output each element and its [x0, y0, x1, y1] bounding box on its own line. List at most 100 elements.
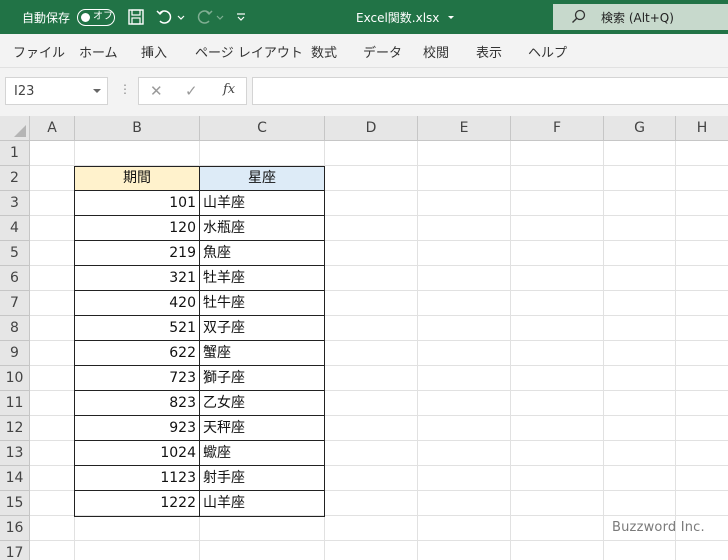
undo-icon[interactable] [155, 8, 175, 26]
cell-b12[interactable]: 923 [75, 416, 199, 441]
cell-c14[interactable]: 射手座 [200, 466, 324, 491]
insert-function-icon[interactable]: fx [223, 82, 235, 97]
gridline [603, 141, 604, 560]
cell-b2-header-period[interactable]: 期間 [75, 166, 199, 191]
row-header-16[interactable]: 16 [0, 516, 30, 541]
name-box-value: I23 [14, 84, 35, 99]
formula-input[interactable] [252, 77, 728, 105]
table-border [74, 365, 325, 366]
cell-c7[interactable]: 牡牛座 [200, 291, 324, 316]
row-header-10[interactable]: 10 [0, 366, 30, 391]
column-header-f[interactable]: F [511, 116, 604, 141]
cell-b8[interactable]: 521 [75, 316, 199, 341]
row-header-6[interactable]: 6 [0, 266, 30, 291]
gridline [510, 141, 511, 560]
cell-b4[interactable]: 120 [75, 216, 199, 241]
name-box-dropdown-icon[interactable] [93, 87, 101, 95]
cell-b9[interactable]: 622 [75, 341, 199, 366]
search-box[interactable]: 検索 (Alt+Q) [553, 4, 728, 30]
row-header-11[interactable]: 11 [0, 391, 30, 416]
redo-icon[interactable] [194, 8, 214, 26]
column-header-h[interactable]: H [676, 116, 728, 141]
tab-insert[interactable]: 挿入 [141, 42, 167, 61]
name-box[interactable]: I23 [5, 77, 108, 105]
cell-b11[interactable]: 823 [75, 391, 199, 416]
row-header-14[interactable]: 14 [0, 466, 30, 491]
file-name-text: Excel関数.xlsx [356, 11, 440, 25]
column-header-a[interactable]: A [30, 116, 75, 141]
cell-c8[interactable]: 双子座 [200, 316, 324, 341]
table-border [74, 240, 325, 241]
table-border [74, 315, 325, 316]
row-header-3[interactable]: 3 [0, 191, 30, 216]
cell-b15[interactable]: 1222 [75, 491, 199, 516]
title-bar: 自動保存 オフ Excel関数.xlsx 検索 (Alt+Q) [0, 0, 728, 34]
autosave-toggle[interactable]: オフ [77, 9, 115, 26]
column-header-c[interactable]: C [200, 116, 325, 141]
customize-qat-icon[interactable] [236, 8, 246, 26]
formula-bar-grip-icon[interactable]: ⋮ [119, 82, 131, 96]
cell-c3[interactable]: 山羊座 [200, 191, 324, 216]
cell-b3[interactable]: 101 [75, 191, 199, 216]
tab-data[interactable]: データ [363, 42, 402, 61]
cell-c13[interactable]: 蠍座 [200, 441, 324, 466]
row-header-7[interactable]: 7 [0, 291, 30, 316]
enter-icon[interactable]: ✓ [185, 82, 198, 100]
select-all-button[interactable] [0, 116, 30, 141]
cell-c9[interactable]: 蟹座 [200, 341, 324, 366]
gridline [675, 141, 676, 560]
save-icon[interactable] [127, 8, 145, 26]
row-header-9[interactable]: 9 [0, 341, 30, 366]
tab-review[interactable]: 校閲 [423, 42, 449, 61]
row-header-8[interactable]: 8 [0, 316, 30, 341]
cell-c11[interactable]: 乙女座 [200, 391, 324, 416]
column-header-d[interactable]: D [325, 116, 418, 141]
autosave-state: オフ [93, 11, 113, 22]
tab-home[interactable]: ホーム [79, 42, 118, 61]
row-header-12[interactable]: 12 [0, 416, 30, 441]
tab-help[interactable]: ヘルプ [528, 42, 567, 61]
cell-c4[interactable]: 水瓶座 [200, 216, 324, 241]
row-header-2[interactable]: 2 [0, 166, 30, 191]
table-border [74, 465, 325, 466]
table-border [74, 340, 325, 341]
cell-b13[interactable]: 1024 [75, 441, 199, 466]
undo-dropdown-icon[interactable] [177, 8, 185, 26]
search-placeholder: 検索 (Alt+Q) [601, 11, 674, 25]
row-header-4[interactable]: 4 [0, 216, 30, 241]
table-border [74, 190, 325, 191]
table-border [74, 440, 325, 441]
cell-b5[interactable]: 219 [75, 241, 199, 266]
watermark: Buzzword Inc. [612, 520, 705, 535]
row-header-15[interactable]: 15 [0, 491, 30, 516]
cell-c5[interactable]: 魚座 [200, 241, 324, 266]
tab-view[interactable]: 表示 [476, 42, 502, 61]
toggle-knob [81, 12, 90, 22]
cancel-icon[interactable]: ✕ [150, 82, 163, 100]
column-header-e[interactable]: E [418, 116, 511, 141]
row-header-1[interactable]: 1 [0, 141, 30, 166]
cell-b6[interactable]: 321 [75, 266, 199, 291]
column-header-b[interactable]: B [75, 116, 200, 141]
cell-c6[interactable]: 牡羊座 [200, 266, 324, 291]
column-header-g[interactable]: G [604, 116, 676, 141]
cell-c15[interactable]: 山羊座 [200, 491, 324, 516]
table-border [74, 490, 325, 491]
table-border [74, 390, 325, 391]
worksheet-grid: A B C D E F G H 1 2 3 4 5 6 7 8 9 10 11 … [0, 116, 728, 560]
tab-page-layout[interactable]: ページ レイアウト [195, 42, 303, 61]
cell-b14[interactable]: 1123 [75, 466, 199, 491]
cell-c2-header-constellation[interactable]: 星座 [200, 166, 324, 191]
file-name[interactable]: Excel関数.xlsx [356, 9, 455, 26]
tab-file[interactable]: ファイル [13, 42, 65, 61]
row-header-17[interactable]: 17 [0, 541, 30, 560]
redo-dropdown-icon[interactable] [216, 8, 224, 26]
cell-b7[interactable]: 420 [75, 291, 199, 316]
cell-c12[interactable]: 天秤座 [200, 416, 324, 441]
table-border [74, 290, 325, 291]
row-header-13[interactable]: 13 [0, 441, 30, 466]
tab-formulas[interactable]: 数式 [311, 42, 337, 61]
row-header-5[interactable]: 5 [0, 241, 30, 266]
cell-b10[interactable]: 723 [75, 366, 199, 391]
cell-c10[interactable]: 獅子座 [200, 366, 324, 391]
